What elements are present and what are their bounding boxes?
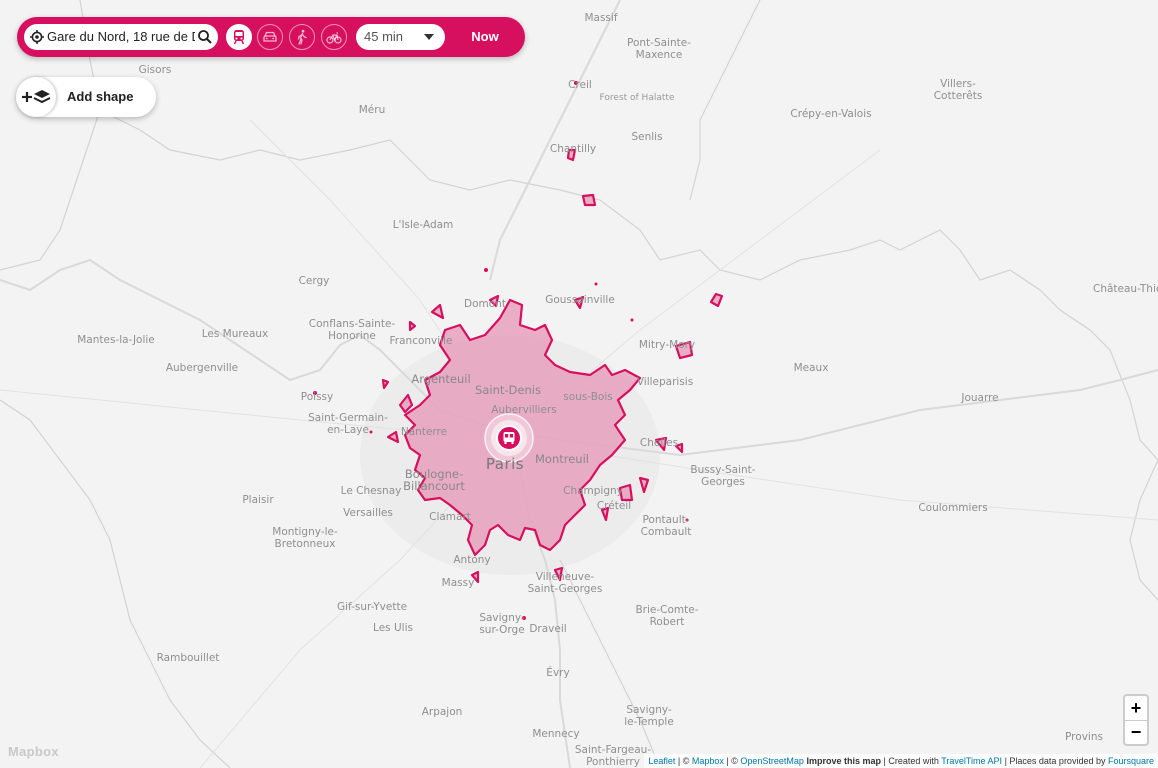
mapbox-logo[interactable]: Mapbox bbox=[8, 744, 59, 759]
place-label-gif: Gif-sur-Yvette bbox=[336, 601, 408, 613]
osm-link[interactable]: OpenStreetMap bbox=[740, 756, 804, 766]
place-label-le-chesnay: Le Chesnay bbox=[340, 485, 402, 497]
place-label-bussy: Bussy-Saint- Georges bbox=[690, 464, 756, 488]
attrib-sep: | © bbox=[675, 756, 692, 766]
place-label-antony: Antony bbox=[453, 554, 491, 566]
bicycle-icon bbox=[326, 32, 342, 44]
place-label-savigny: Savigny-sur-Orge bbox=[479, 612, 525, 636]
attribution-bar: Leaflet | © Mapbox | © OpenStreetMap Imp… bbox=[644, 754, 1158, 768]
traveltime-link[interactable]: TravelTime API bbox=[941, 756, 1002, 766]
mode-cycling-button[interactable] bbox=[321, 24, 347, 50]
place-label-les-ulis: Les Ulis bbox=[373, 622, 413, 634]
place-label-st-fargeau: Saint-Fargeau- Ponthierry bbox=[574, 744, 652, 768]
place-label-provins: Provins bbox=[1065, 731, 1103, 743]
place-label-villers-cotterets: Villers- Cotterêts bbox=[933, 78, 983, 102]
place-label-poissy: Poissy bbox=[300, 391, 334, 403]
walking-icon bbox=[297, 29, 307, 45]
place-label-forest-halatte: Forest of Halatte bbox=[599, 93, 675, 103]
search-value[interactable]: Gare du Nord, 18 rue de Du bbox=[47, 29, 195, 45]
place-label-versailles: Versailles bbox=[343, 507, 393, 519]
place-label-champigny: Champigny bbox=[563, 485, 623, 497]
place-label-gisors: Gisors bbox=[138, 64, 172, 76]
place-label-lisle-adam: L'Isle-Adam bbox=[392, 219, 454, 231]
place-label-massif: Massif bbox=[584, 12, 618, 24]
place-label-pont-sainte-maxence: Pont-Sainte- Maxence bbox=[627, 37, 691, 61]
leaflet-link[interactable]: Leaflet bbox=[648, 756, 675, 766]
place-label-evry: Évry bbox=[546, 667, 570, 679]
place-label-clamart: Clamart bbox=[429, 511, 471, 523]
place-label-villeneuve: Villeneuve- Saint-Georges bbox=[527, 571, 603, 595]
train-icon bbox=[233, 30, 245, 45]
place-label-senlis: Senlis bbox=[631, 131, 663, 143]
place-label-argenteuil: Argenteuil bbox=[411, 372, 471, 386]
place-label-coulommiers: Coulommiers bbox=[918, 502, 988, 514]
place-label-montigny: Montigny-le- Bretonneux bbox=[272, 526, 338, 550]
place-label-conflans: Conflans-Sainte- Honorine bbox=[308, 318, 396, 342]
duration-value: 45 min bbox=[364, 29, 404, 44]
place-label-aubergenville: Aubergenville bbox=[165, 362, 239, 374]
location-search-input[interactable]: Gare du Nord, 18 rue de Du bbox=[24, 24, 218, 50]
place-label-jouarre: Jouarre bbox=[961, 392, 999, 404]
mapbox-link[interactable]: Mapbox bbox=[692, 756, 724, 766]
place-label-meaux: Meaux bbox=[793, 362, 829, 374]
place-label-paris: Paris bbox=[485, 455, 525, 473]
locate-icon[interactable] bbox=[30, 30, 44, 44]
attrib-sep: | © bbox=[723, 756, 741, 766]
place-label-saint-denis: Saint-Denis bbox=[475, 383, 541, 397]
car-icon bbox=[263, 31, 277, 42]
place-label-massy: Massy bbox=[441, 577, 475, 589]
place-label-mennecy: Mennecy bbox=[532, 728, 580, 740]
place-label-draveil: Draveil bbox=[529, 623, 567, 635]
place-label-mantes: Mantes-la-Jolie bbox=[77, 334, 155, 346]
add-shape-label: Add shape bbox=[67, 89, 134, 104]
place-label-chantilly: Chantilly bbox=[549, 143, 597, 155]
mode-walking-button[interactable] bbox=[289, 24, 315, 50]
place-label-chelles: Chelles bbox=[639, 437, 679, 449]
place-label-st-germain: Saint-Germain-en-Laye bbox=[308, 412, 388, 436]
search-icon[interactable] bbox=[197, 29, 213, 45]
now-button[interactable]: Now bbox=[453, 17, 517, 57]
place-label-meru: Méru bbox=[358, 104, 386, 116]
add-layer-icon bbox=[16, 77, 56, 117]
zoom-out-button[interactable]: − bbox=[1125, 720, 1147, 744]
place-label-crepy: Crépy-en-Valois bbox=[790, 108, 872, 120]
place-label-mitry: Mitry-Mory bbox=[638, 339, 696, 351]
place-label-domont: Domont bbox=[464, 298, 506, 310]
attrib-places: | Places data provided by bbox=[1002, 756, 1108, 766]
place-label-nanterre: Nanterre bbox=[400, 426, 448, 438]
search-toolbar: Gare du Nord, 18 rue de Du 45 min Now bbox=[17, 17, 525, 57]
place-label-chateau-thierry: Château-Thierry bbox=[1092, 283, 1158, 295]
foursquare-link[interactable]: Foursquare bbox=[1108, 756, 1154, 766]
zoom-in-button[interactable]: + bbox=[1125, 696, 1147, 721]
place-label-aubervilliers: Aubervilliers bbox=[491, 404, 557, 416]
place-label-boulogne: Boulogne- Billancourt bbox=[403, 467, 465, 493]
add-shape-button[interactable]: Add shape bbox=[16, 77, 156, 117]
attrib-created: | Created with bbox=[881, 756, 942, 766]
place-label-cergy: Cergy bbox=[298, 275, 330, 287]
place-label-montreuil: Montreuil bbox=[535, 452, 589, 466]
improve-map-link[interactable]: Improve this map bbox=[806, 756, 881, 766]
place-label-arpajon: Arpajon bbox=[421, 706, 463, 718]
place-label-savigny-temple: Savigny-le-Temple bbox=[624, 704, 674, 728]
place-label-goussainville: Goussainville bbox=[545, 294, 615, 306]
place-label-brie: Brie-Comte- Robert bbox=[635, 604, 699, 628]
place-label-les-mureaux: Les Mureaux bbox=[201, 328, 269, 340]
place-label-creteil: Créteil bbox=[596, 500, 632, 512]
place-label-creil: Creil bbox=[568, 79, 592, 91]
place-label-plaisir: Plaisir bbox=[242, 494, 274, 506]
zoom-control: + − bbox=[1123, 694, 1149, 746]
mode-public-transport-button[interactable] bbox=[226, 24, 252, 50]
mode-car-button[interactable] bbox=[257, 24, 283, 50]
duration-select[interactable]: 45 min bbox=[356, 24, 445, 50]
place-label-rambouillet: Rambouillet bbox=[156, 652, 220, 664]
place-label-villepinte: Villeparisis bbox=[636, 376, 694, 388]
caret-down-icon bbox=[424, 34, 434, 40]
place-label-franconville: Franconville bbox=[389, 335, 453, 347]
place-label-sous-bois: sous-Bois bbox=[563, 391, 613, 403]
place-label-pontault: Pontault- Combault bbox=[640, 514, 692, 538]
